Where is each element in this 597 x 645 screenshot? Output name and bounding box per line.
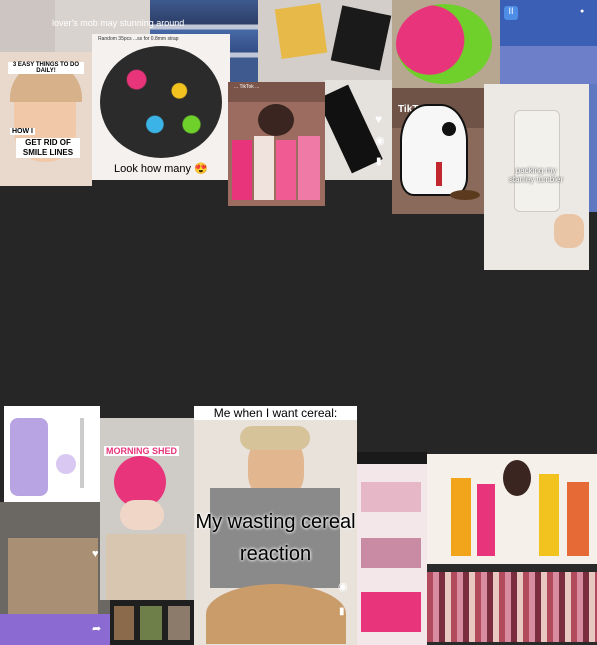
tile-shein-bags[interactable]: ♥ ◉ ▮ — [325, 80, 392, 180]
tile-tiktok-griffin[interactable]: TikTok — [392, 88, 485, 214]
charms-note: Random 35pcs ...ss for 0.8mm strap — [98, 36, 179, 42]
tile-makeup-shelf[interactable] — [357, 452, 427, 645]
tile-game[interactable]: II ● — [500, 0, 597, 84]
tile-jewelry-box[interactable]: ♥ ➦ — [0, 502, 110, 645]
tile-stanley-tumbler[interactable]: packing my stanley tumbler — [484, 84, 589, 270]
skincare-big-caption: GET RID OF SMILE LINES — [16, 138, 80, 158]
tile-shein-packages[interactable] — [258, 0, 392, 82]
bookmark-icon[interactable]: ▮ — [339, 606, 353, 620]
tile-morning-shed[interactable]: MORNING SHED — [100, 418, 194, 600]
shoes-caption: lover's mob may stunning around — [52, 18, 185, 28]
tile-charms[interactable]: Random 35pcs ...ss for 0.8mm strap Look … — [92, 34, 230, 180]
stanley-tumbler-caption: packing my stanley tumbler — [508, 166, 564, 184]
tile-nail-polish[interactable] — [427, 564, 597, 645]
skincare-top-caption: 3 EASY THINGS TO DO DAILY! — [8, 62, 84, 74]
tile-stanley-cups[interactable]: ... TikTok ... — [228, 82, 325, 206]
game-status: ● — [580, 8, 585, 15]
tile-edge-strip — [589, 84, 597, 212]
tile-lavender-bottle[interactable] — [4, 406, 100, 502]
charms-caption: Look how many 😍 — [114, 163, 208, 175]
bookmark-icon[interactable]: ▮ — [376, 156, 390, 170]
pause-icon[interactable]: II — [504, 6, 518, 20]
tile-meme-faces[interactable] — [110, 600, 194, 645]
skincare-mid-caption: HOW I — [10, 128, 35, 135]
cereal-top-caption: Me when I want cereal: — [194, 406, 357, 420]
share-icon[interactable]: ➦ — [92, 622, 106, 636]
cereal-big-caption: My wasting cereal reaction — [195, 511, 356, 565]
tile-skincare[interactable]: 3 EASY THINGS TO DO DAILY! HOW I GET RID… — [0, 52, 92, 186]
comment-icon[interactable]: ◉ — [338, 580, 352, 594]
tile-cereal[interactable]: Me when I want cereal: My wasting cereal… — [194, 406, 357, 645]
comment-icon[interactable]: ◉ — [375, 134, 389, 148]
stanley-cups-caption: ... TikTok ... — [234, 84, 260, 90]
morning-shed-caption: MORNING SHED — [104, 446, 180, 456]
tile-slime[interactable] — [392, 0, 500, 88]
heart-icon[interactable]: ♥ — [375, 112, 389, 126]
tile-haircare-products[interactable] — [427, 454, 597, 564]
